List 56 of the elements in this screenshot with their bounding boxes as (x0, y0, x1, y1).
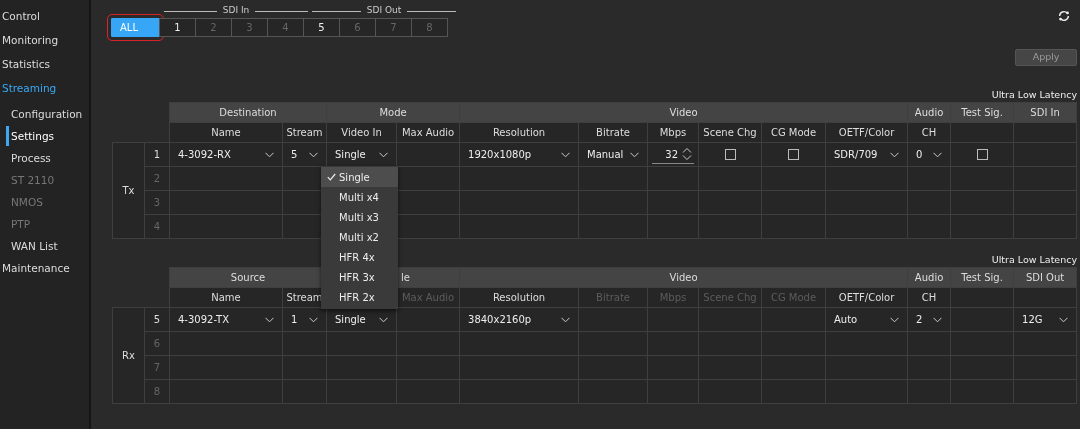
menu-item[interactable]: Multi x3 (321, 207, 398, 227)
column-group-header: Video (459, 267, 908, 288)
sidebar-item[interactable]: Maintenance (0, 258, 89, 282)
port-button[interactable]: 1 (159, 18, 196, 37)
menu-item[interactable]: HFR 4x (321, 247, 398, 267)
chevron-down-icon (561, 151, 570, 158)
chevron-down-icon (265, 316, 274, 323)
column-header: Name (169, 287, 283, 308)
chevron-down-icon (890, 151, 900, 158)
port-button[interactable]: 5 (303, 18, 340, 37)
chevron-down-icon (309, 151, 318, 158)
column-group-header: Mode (326, 102, 460, 123)
column-group-header: SDI In (1013, 102, 1077, 123)
row-number: 5 (144, 307, 170, 332)
sidebar-item[interactable]: Statistics (0, 54, 89, 78)
column-group-header: Audio (907, 267, 951, 288)
menu-item[interactable]: Multi x4 (321, 187, 398, 207)
row-number: 1 (144, 142, 170, 167)
group-label: SDI Out (366, 4, 402, 18)
sidebar-item[interactable]: WAN List (6, 236, 89, 256)
column-group-header: Test Sig. (950, 267, 1014, 288)
checkbox[interactable] (788, 149, 799, 160)
chevron-down-icon (630, 151, 639, 158)
direction-label: Tx (112, 142, 145, 239)
chevron-down-icon (933, 151, 943, 158)
column-group-header: Test Sig. (950, 102, 1014, 123)
table-caption: Ultra Low Latency (991, 253, 1078, 267)
column-header: Name (169, 122, 283, 143)
menu-item[interactable]: Multi x2 (321, 227, 398, 247)
chevron-down-icon (561, 316, 570, 323)
column-group-header: Destination (169, 102, 327, 123)
chevron-down-icon (265, 151, 274, 158)
column-group-header: SDI Out (1013, 267, 1077, 288)
sidebar-item[interactable]: Settings (6, 126, 89, 146)
menu-item[interactable]: Single (321, 167, 398, 187)
direction-label: Rx (112, 307, 145, 404)
chevron-down-icon (1059, 316, 1069, 323)
refresh-icon[interactable] (1057, 9, 1072, 23)
chevron-down-icon (890, 316, 900, 323)
checkbox[interactable] (976, 149, 988, 160)
table-caption: Ultra Low Latency (991, 88, 1078, 102)
sidebar-item[interactable]: Process (6, 148, 89, 168)
chevron-down-icon (379, 316, 388, 323)
chevron-down-icon (933, 316, 943, 323)
spinner-arrows-icon[interactable] (682, 147, 692, 161)
checkbox[interactable] (724, 149, 736, 160)
sidebar-item[interactable]: Streaming (0, 78, 89, 102)
column-group-header: Video (459, 102, 908, 123)
sidebar-item[interactable]: Monitoring (0, 30, 89, 54)
sidebar-item[interactable]: Configuration (6, 104, 89, 124)
sidebar-item[interactable]: Control (0, 6, 89, 30)
checkmark-icon (327, 173, 336, 181)
chevron-down-icon (309, 316, 318, 323)
group-label: SDI In (222, 4, 250, 18)
chevron-down-icon (379, 151, 388, 158)
column-group-header: Audio (907, 102, 951, 123)
